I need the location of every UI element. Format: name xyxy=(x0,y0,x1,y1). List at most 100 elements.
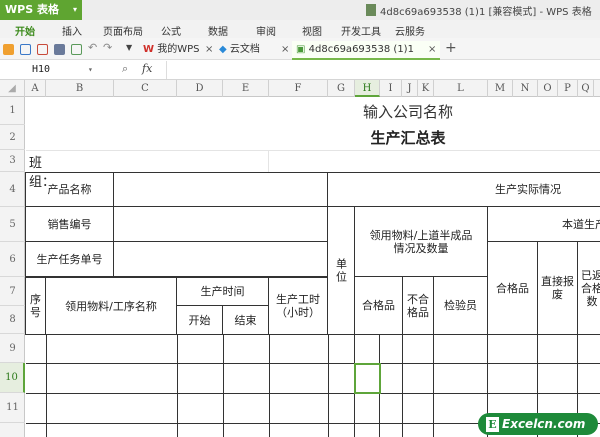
material-info-header: 领用物料/上道半成品情况及数量 xyxy=(354,206,488,277)
fx-icon[interactable]: fx xyxy=(142,62,152,75)
close-icon[interactable]: × xyxy=(281,41,289,58)
column-header[interactable]: I xyxy=(380,80,402,97)
column-header[interactable]: L xyxy=(434,80,488,97)
sheet-file-icon: ▣ xyxy=(296,44,306,55)
tab-cloud-docs[interactable]: ◆ 云文档 × xyxy=(219,41,291,60)
window-title: 4d8c69a693538 (1)1 [兼容模式] - WPS 表格 xyxy=(380,7,592,18)
material-process-header: 领用物料/工序名称 xyxy=(45,277,177,335)
scrap-header: 直接报废 xyxy=(537,241,578,335)
column-header[interactable]: M xyxy=(488,80,513,97)
column-header[interactable]: B xyxy=(46,80,114,97)
print-preview-icon[interactable] xyxy=(71,44,82,55)
menu-data[interactable]: 数据 xyxy=(208,23,228,38)
menu-insert[interactable]: 插入 xyxy=(62,23,82,38)
row-header[interactable]: 8 xyxy=(0,306,25,334)
quick-access-bar: ↶ ↷ ▼ W 我的WPS × ◆ 云文档 × ▣ 4d8c69a693538 (1… xyxy=(0,38,600,60)
watermark-logo: E Excelcn.com xyxy=(478,413,598,435)
print-icon[interactable] xyxy=(54,44,65,55)
unit-header: 单位 xyxy=(327,206,355,335)
row-header[interactable]: 3 xyxy=(0,150,25,172)
cloud-cube-icon: ◆ xyxy=(219,44,227,55)
column-header[interactable]: G xyxy=(328,80,355,97)
app-name: WPS 表格 xyxy=(5,3,59,16)
name-box[interactable]: H10 ▾ xyxy=(2,62,97,78)
tab-my-wps[interactable]: W 我的WPS × xyxy=(143,41,215,60)
formula-input[interactable] xyxy=(166,61,600,79)
column-header[interactable]: K xyxy=(418,80,434,97)
end-header: 结束 xyxy=(222,305,269,335)
column-header[interactable]: O xyxy=(538,80,558,97)
open-icon[interactable] xyxy=(3,44,14,55)
wps-logo-icon: W xyxy=(143,44,155,55)
select-all-corner[interactable]: ◢ xyxy=(0,80,25,97)
export-pdf-icon[interactable] xyxy=(37,44,48,55)
column-header[interactable]: E xyxy=(223,80,269,97)
undo-icon[interactable]: ↶ xyxy=(88,41,97,54)
task-no-label: 生产任务单号 xyxy=(25,241,114,277)
menu-developer[interactable]: 开发工具 xyxy=(341,23,381,38)
column-headers: ◢ A B C D E F G H I J K L M N O P Q xyxy=(0,80,600,97)
tab-document[interactable]: ▣ 4d8c69a693538 (1)1 × xyxy=(292,41,440,60)
chevron-down-icon[interactable]: ▾ xyxy=(88,62,93,78)
column-header[interactable]: N xyxy=(513,80,538,97)
menu-page-layout[interactable]: 页面布局 xyxy=(103,23,143,38)
menu-review[interactable]: 审阅 xyxy=(256,23,276,38)
task-no-input[interactable] xyxy=(113,241,328,277)
column-header[interactable]: D xyxy=(177,80,223,97)
production-time-header: 生产时间 xyxy=(176,277,269,306)
column-header[interactable]: A xyxy=(25,80,46,97)
inspector-header: 检验员 xyxy=(433,276,488,335)
column-header[interactable]: C xyxy=(114,80,177,97)
column-header[interactable]: J xyxy=(402,80,418,97)
row-header[interactable]: 4 xyxy=(0,172,25,207)
tab-label: 云文档 xyxy=(229,44,260,55)
row-header[interactable]: 9 xyxy=(0,334,25,363)
redo-icon[interactable]: ↷ xyxy=(103,41,112,54)
menu-formula[interactable]: 公式 xyxy=(161,23,181,38)
menu-view[interactable]: 视图 xyxy=(302,23,322,38)
save-icon[interactable] xyxy=(20,44,31,55)
row-header[interactable]: 7 xyxy=(0,277,25,306)
this-process-header: 本道生产 xyxy=(487,206,600,242)
unqualified-header: 不合格品 xyxy=(402,276,434,335)
actual-production-header: 生产实际情况 xyxy=(327,172,600,207)
menu-home[interactable]: 开始 xyxy=(15,23,35,38)
column-header[interactable]: F xyxy=(269,80,328,97)
product-name-input[interactable] xyxy=(113,172,328,207)
row-headers: 1 2 3 4 5 6 7 8 9 10 11 xyxy=(0,97,25,437)
gridline xyxy=(268,150,269,172)
returned-header: 已返合格数 xyxy=(577,241,600,335)
row-header[interactable]: 6 xyxy=(0,242,25,277)
work-hours-header: 生产工时（小时） xyxy=(268,277,328,335)
selected-cell-H10[interactable] xyxy=(354,363,381,394)
menu-cloud[interactable]: 云服务 xyxy=(395,23,425,38)
row-header[interactable]: 2 xyxy=(0,125,25,150)
row-header[interactable]: 1 xyxy=(0,97,25,125)
product-name-label: 产品名称 xyxy=(25,172,114,207)
customize-dropdown-icon[interactable]: ▼ xyxy=(126,43,132,52)
column-header[interactable]: Q xyxy=(578,80,594,97)
cell-ref: H10 xyxy=(32,64,51,75)
tab-label: 我的WPS xyxy=(157,44,200,55)
zoom-magnifier-icon[interactable]: ⌕ xyxy=(122,62,128,76)
document-icon xyxy=(366,4,376,16)
close-icon[interactable]: × xyxy=(205,41,213,58)
row-header[interactable]: 5 xyxy=(0,207,25,242)
start-header: 开始 xyxy=(176,305,223,335)
column-header-selected[interactable]: H xyxy=(355,80,380,97)
qualified-header-2: 合格品 xyxy=(487,241,538,335)
row-header-selected[interactable]: 10 xyxy=(0,363,25,393)
tab-label: 4d8c69a693538 (1)1 xyxy=(308,44,414,55)
column-header[interactable]: P xyxy=(558,80,578,97)
watermark-text: Excelcn.com xyxy=(502,417,586,431)
new-tab-plus-icon[interactable]: + xyxy=(445,40,457,56)
chevron-down-icon: ▾ xyxy=(72,5,77,14)
sales-no-label: 销售编号 xyxy=(25,206,114,242)
close-icon[interactable]: × xyxy=(428,41,436,58)
company-name-cell[interactable]: 输入公司名称 xyxy=(26,97,600,125)
sheet-title-cell[interactable]: 生产汇总表 xyxy=(26,125,600,150)
sales-no-input[interactable] xyxy=(113,206,328,242)
app-menu-button[interactable]: WPS 表格 ▾ xyxy=(0,0,82,20)
qualified-header: 合格品 xyxy=(354,276,403,335)
row-header[interactable]: 11 xyxy=(0,393,25,423)
